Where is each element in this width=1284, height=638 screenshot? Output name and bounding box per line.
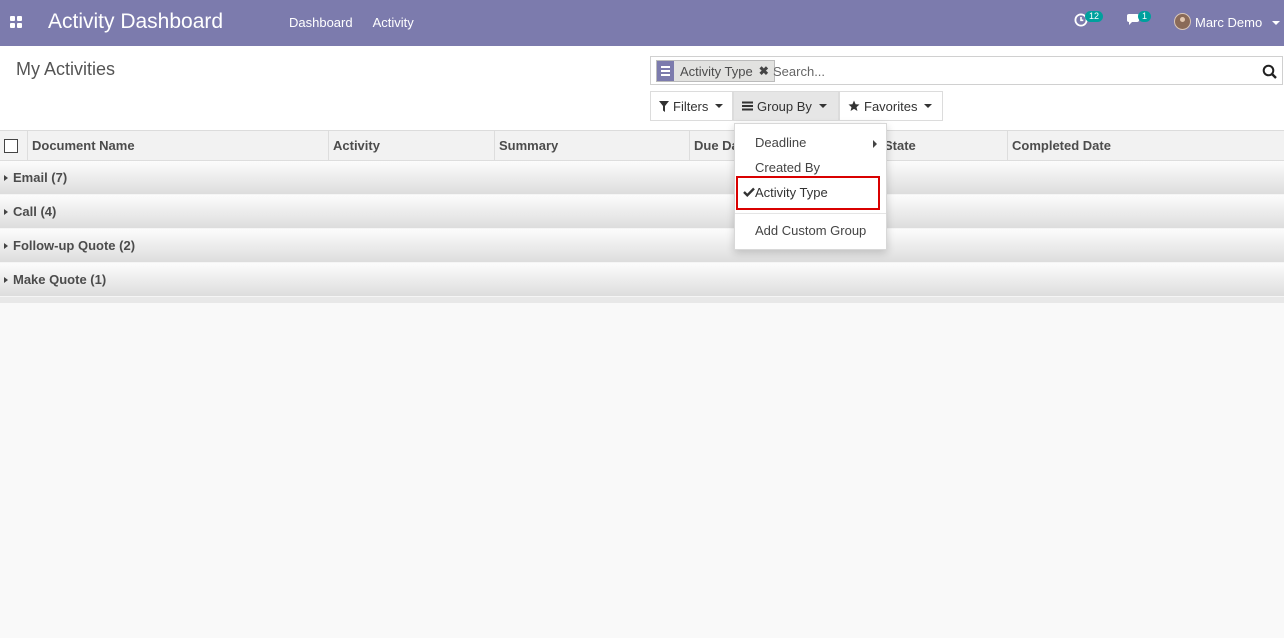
menu-item-activity[interactable]: Activity	[373, 15, 414, 30]
menu-item-dashboard[interactable]: Dashboard	[289, 15, 353, 30]
checkmark-icon	[743, 187, 755, 197]
column-header-document-name[interactable]: Document Name	[27, 131, 329, 161]
app-title: Activity Dashboard	[48, 10, 224, 33]
favorites-label: Favorites	[864, 98, 918, 114]
group-label: Follow-up Quote (2)	[13, 238, 136, 253]
search-input[interactable]	[773, 61, 1253, 82]
user-name: Marc Demo	[1195, 15, 1263, 30]
bars-icon	[742, 101, 753, 111]
add-custom-group-option[interactable]: Add Custom Group	[755, 223, 866, 238]
group-by-option-deadline[interactable]: Deadline	[755, 135, 806, 150]
message-count-badge: 1	[1138, 11, 1152, 22]
dropdown-divider	[735, 213, 886, 214]
group-row-follow-up-quote[interactable]: Follow-up Quote (2)	[0, 229, 1284, 263]
filters-label: Filters	[673, 98, 709, 114]
table-header: Document Name Activity Summary Due Da St…	[0, 131, 1284, 161]
caret-right-icon	[4, 243, 8, 249]
chevron-down-icon	[818, 104, 827, 108]
group-row-call[interactable]: Call (4)	[0, 195, 1284, 229]
caret-right-icon	[4, 277, 8, 283]
group-by-facet-icon	[657, 61, 674, 81]
table-footer	[0, 297, 1284, 303]
messages-tray[interactable]: 1	[1126, 11, 1152, 30]
activities-tray[interactable]: 12	[1074, 11, 1104, 30]
group-by-option-created-by[interactable]: Created By	[755, 160, 820, 175]
star-icon	[848, 100, 860, 111]
close-icon[interactable]: ✖	[759, 64, 769, 78]
chevron-down-icon	[715, 104, 724, 108]
control-panel: My Activities Activity Type ✖ Filters Gr…	[0, 46, 1284, 131]
chevron-down-icon	[1272, 21, 1280, 25]
group-by-option-activity-type[interactable]: Activity Type	[755, 185, 828, 200]
facet-label: Activity Type	[680, 63, 753, 79]
group-label: Make Quote (1)	[13, 272, 107, 287]
search-icon[interactable]	[1262, 64, 1277, 79]
group-by-dropdown: Deadline Created By Activity Type Add Cu…	[734, 123, 887, 250]
filters-button[interactable]: Filters	[650, 91, 733, 121]
group-by-button[interactable]: Group By	[733, 91, 839, 121]
search-bar: Activity Type ✖	[650, 56, 1283, 85]
avatar	[1174, 13, 1191, 30]
group-label: Call (4)	[13, 204, 57, 219]
column-header-completed-date[interactable]: Completed Date	[1007, 131, 1284, 161]
column-header-state[interactable]: State	[879, 131, 1007, 161]
group-row-email[interactable]: Email (7)	[0, 161, 1284, 195]
caret-right-icon[interactable]	[873, 140, 877, 148]
caret-right-icon	[4, 175, 8, 181]
column-header-activity[interactable]: Activity	[328, 131, 494, 161]
group-row-make-quote[interactable]: Make Quote (1)	[0, 263, 1284, 297]
filter-icon	[659, 100, 669, 112]
group-label: Email (7)	[13, 170, 68, 185]
favorites-button[interactable]: Favorites	[839, 91, 943, 121]
activity-list: Document Name Activity Summary Due Da St…	[0, 131, 1284, 303]
apps-menu-icon[interactable]	[10, 16, 23, 29]
select-all-checkbox[interactable]	[4, 139, 18, 153]
activity-count-badge: 12	[1085, 11, 1104, 22]
group-by-label: Group By	[757, 98, 812, 114]
main-menu: Dashboard Activity	[289, 15, 434, 30]
search-facet[interactable]: Activity Type ✖	[656, 60, 775, 82]
chevron-down-icon	[924, 104, 933, 108]
breadcrumb[interactable]: My Activities	[16, 59, 115, 80]
top-navbar: Activity Dashboard Dashboard Activity 12…	[0, 0, 1284, 46]
column-header-summary[interactable]: Summary	[494, 131, 689, 161]
caret-right-icon	[4, 209, 8, 215]
